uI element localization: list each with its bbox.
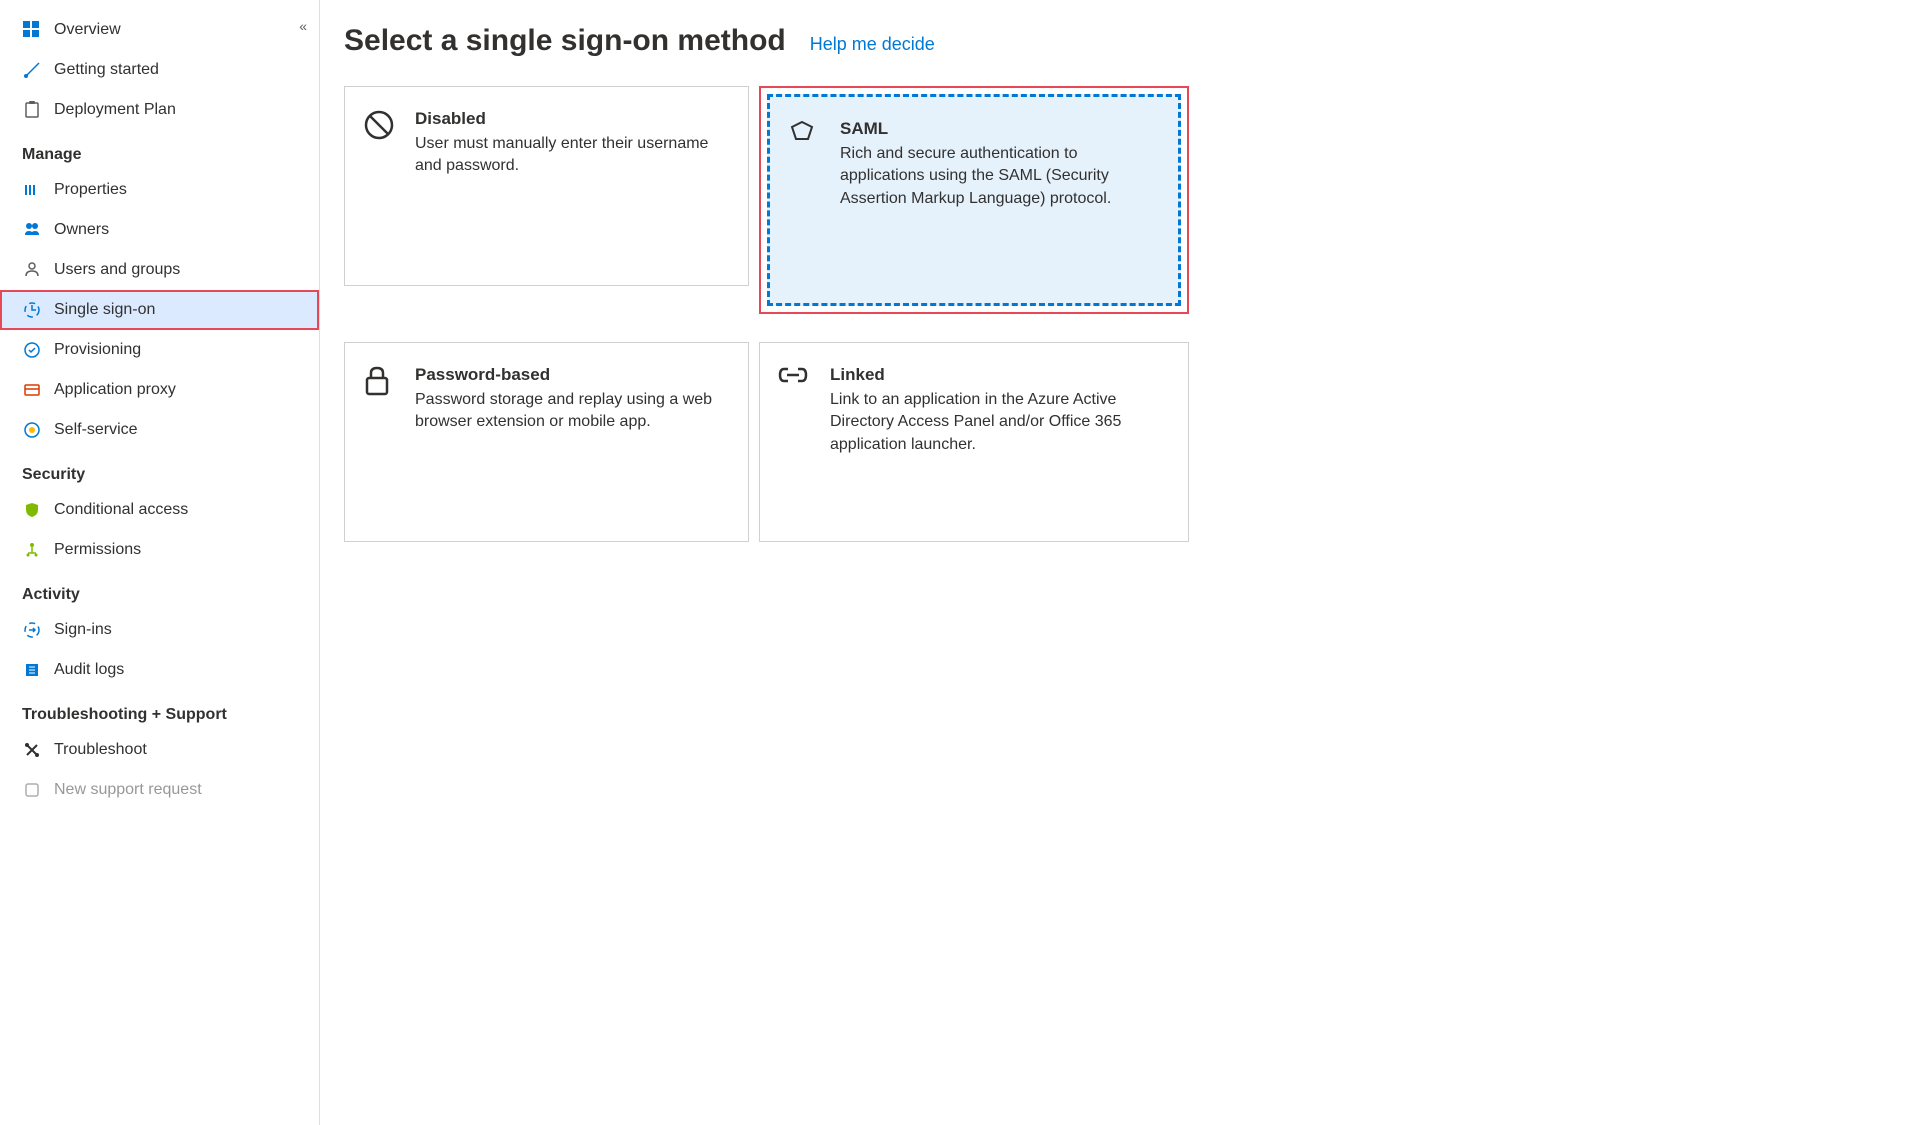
card-desc: Link to an application in the Azure Acti…	[830, 389, 1170, 456]
permissions-icon	[22, 540, 42, 560]
sso-card-disabled-wrapper: Disabled User must manually enter their …	[344, 86, 749, 314]
sidebar-item-label: Conditional access	[54, 501, 188, 519]
sidebar-item-conditional-access[interactable]: Conditional access	[0, 490, 319, 530]
help-me-decide-link[interactable]: Help me decide	[810, 34, 935, 55]
sso-method-cards: Disabled User must manually enter their …	[344, 86, 1896, 542]
sso-card-password-wrapper: Password-based Password storage and repl…	[344, 342, 749, 542]
sidebar-item-application-proxy[interactable]: Application proxy	[0, 370, 319, 410]
sidebar-item-properties[interactable]: Properties	[0, 170, 319, 210]
troubleshoot-icon	[22, 740, 42, 760]
sidebar-item-new-support-request[interactable]: New support request	[0, 770, 319, 810]
card-desc: Rich and secure authentication to applic…	[840, 143, 1160, 210]
sidebar-item-label: Users and groups	[54, 261, 180, 279]
sso-card-linked-wrapper: Linked Link to an application in the Azu…	[759, 342, 1189, 542]
properties-icon	[22, 180, 42, 200]
sidebar-item-label: Properties	[54, 181, 127, 199]
sso-card-password[interactable]: Password-based Password storage and repl…	[344, 342, 749, 542]
sidebar-item-label: Application proxy	[54, 381, 176, 399]
sso-card-disabled[interactable]: Disabled User must manually enter their …	[344, 86, 749, 286]
rocket-icon	[22, 60, 42, 80]
card-title: Linked	[830, 365, 1170, 385]
sidebar-item-label: Owners	[54, 221, 109, 239]
saml-icon	[788, 119, 822, 281]
card-title: Disabled	[415, 109, 730, 129]
sidebar-item-label: Provisioning	[54, 341, 141, 359]
clipboard-icon	[22, 100, 42, 120]
main-content: Select a single sign-on method Help me d…	[320, 0, 1920, 1125]
sidebar-item-label: Getting started	[54, 61, 159, 79]
sso-card-saml[interactable]: SAML Rich and secure authentication to a…	[767, 94, 1181, 306]
sidebar-item-label: Sign-ins	[54, 621, 112, 639]
auditlogs-icon	[22, 660, 42, 680]
sidebar-item-self-service[interactable]: Self-service	[0, 410, 319, 450]
sidebar-item-label: Overview	[54, 21, 121, 39]
section-header-manage: Manage	[0, 130, 319, 170]
sidebar-item-troubleshoot[interactable]: Troubleshoot	[0, 730, 319, 770]
card-title: SAML	[840, 119, 1160, 139]
sidebar-item-permissions[interactable]: Permissions	[0, 530, 319, 570]
self-service-icon	[22, 420, 42, 440]
sidebar: « Overview Getting started Deployment Pl…	[0, 0, 320, 1125]
sso-card-saml-wrapper: SAML Rich and secure authentication to a…	[759, 86, 1189, 314]
page-title: Select a single sign-on method	[344, 24, 786, 58]
sidebar-item-users-groups[interactable]: Users and groups	[0, 250, 319, 290]
sidebar-item-audit-logs[interactable]: Audit logs	[0, 650, 319, 690]
section-header-security: Security	[0, 450, 319, 490]
sidebar-item-owners[interactable]: Owners	[0, 210, 319, 250]
sidebar-item-sign-ins[interactable]: Sign-ins	[0, 610, 319, 650]
sidebar-item-getting-started[interactable]: Getting started	[0, 50, 319, 90]
users-icon	[22, 260, 42, 280]
sidebar-item-overview[interactable]: Overview	[0, 10, 319, 50]
signins-icon	[22, 620, 42, 640]
sidebar-item-label: Single sign-on	[54, 301, 155, 319]
provisioning-icon	[22, 340, 42, 360]
overview-icon	[22, 20, 42, 40]
card-desc: User must manually enter their username …	[415, 133, 730, 178]
sidebar-item-provisioning[interactable]: Provisioning	[0, 330, 319, 370]
sidebar-item-single-sign-on[interactable]: Single sign-on	[0, 290, 319, 330]
card-desc: Password storage and replay using a web …	[415, 389, 730, 434]
section-header-activity: Activity	[0, 570, 319, 610]
sso-card-linked[interactable]: Linked Link to an application in the Azu…	[759, 342, 1189, 542]
link-icon	[778, 365, 812, 519]
sidebar-item-label: Permissions	[54, 541, 141, 559]
main-header: Select a single sign-on method Help me d…	[344, 24, 1896, 58]
proxy-icon	[22, 380, 42, 400]
section-header-troubleshooting: Troubleshooting + Support	[0, 690, 319, 730]
owners-icon	[22, 220, 42, 240]
card-title: Password-based	[415, 365, 730, 385]
support-icon	[22, 780, 42, 800]
disabled-icon	[363, 109, 397, 263]
sidebar-item-label: Self-service	[54, 421, 138, 439]
sidebar-item-label: Troubleshoot	[54, 741, 147, 759]
shield-icon	[22, 500, 42, 520]
collapse-sidebar-icon[interactable]: «	[299, 18, 307, 34]
lock-icon	[363, 365, 397, 519]
sidebar-item-label: Deployment Plan	[54, 101, 176, 119]
sso-icon	[22, 300, 42, 320]
sidebar-item-label: New support request	[54, 781, 202, 799]
sidebar-item-label: Audit logs	[54, 661, 124, 679]
sidebar-item-deployment-plan[interactable]: Deployment Plan	[0, 90, 319, 130]
